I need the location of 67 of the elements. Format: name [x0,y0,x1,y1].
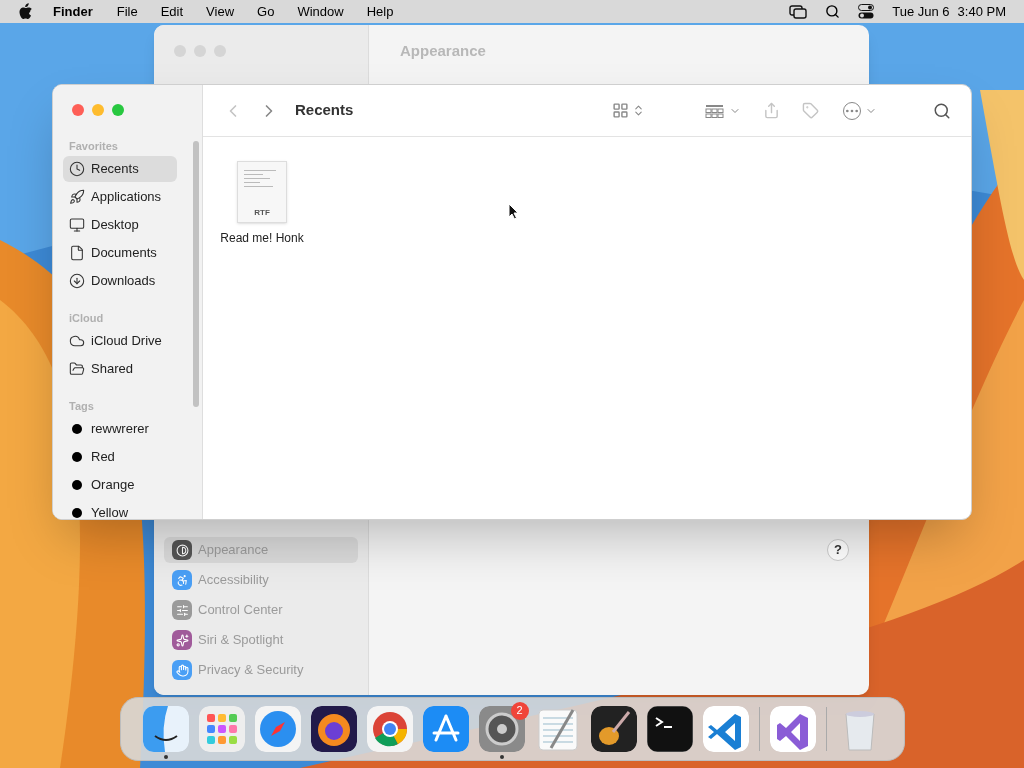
document-icon [69,245,85,261]
help-button[interactable]: ? [827,539,849,561]
sidebar-heading: Favorites [68,139,119,154]
running-indicator-icon [499,754,504,759]
guitar-app-icon[interactable] [590,705,637,752]
sidebar-item[interactable]: Yellow [63,500,177,519]
apple-logo-icon[interactable] [18,3,33,20]
sidebar-item[interactable]: Shared [63,356,177,382]
terminal-app-icon[interactable] [646,705,693,752]
launchpad-app-icon[interactable] [198,705,245,752]
zoom-button[interactable] [112,104,124,116]
updown-icon[interactable] [632,104,645,117]
settings-app-icon[interactable] [478,705,525,752]
accessibility-icon [172,570,192,590]
menu-item[interactable]: File [116,1,138,22]
folder-icon [69,361,85,377]
menu-item[interactable]: Help [366,1,394,22]
clock-text: 3:40 PM [957,2,1006,21]
sidebar-item[interactable]: Recents [63,156,177,182]
menu-item[interactable]: View [206,1,235,22]
file-name: Read me! Honk [220,230,304,247]
menu-item[interactable]: Edit [160,1,184,22]
menu-item[interactable]: Go [257,1,275,22]
safari-app-icon[interactable] [254,705,301,752]
screen-mirroring-icon[interactable] [789,4,808,19]
rocket-icon [69,189,85,205]
sidebar-heading: iCloud [68,311,105,326]
date-text: Tue Jun 6 [892,2,950,21]
sidebar-item[interactable]: Desktop [63,212,177,238]
sidebar-item[interactable]: Documents [63,240,177,266]
sidebar-item[interactable]: Applications [63,184,177,210]
clock-icon [69,161,85,177]
sidebar-item[interactable]: Downloads [63,268,177,294]
control-icon [172,600,192,620]
monitor-icon [69,217,85,233]
siri-icon [172,630,192,650]
tag-icon[interactable] [802,102,819,119]
app-menu[interactable]: Finder [53,1,93,22]
finder-app-icon[interactable] [142,705,189,752]
sidebar-item[interactable]: iCloud Drive [63,328,177,354]
sidebar-item[interactable]: Orange [63,472,177,498]
sidebar-heading: Tags [68,399,95,414]
mouse-cursor-icon [508,203,519,220]
close-button[interactable] [72,104,84,116]
grid-view-icon[interactable] [612,102,629,119]
menu-item[interactable]: Window [297,1,344,22]
search-icon[interactable] [825,4,841,19]
sidebar-item[interactable]: rewwrerer [63,416,177,442]
file-type-label: RTF [254,207,270,219]
cloud-icon [69,333,85,349]
scrollbar-thumb[interactable] [193,141,199,407]
visualstudio-app-icon[interactable] [769,705,816,752]
window-title: Recents [295,100,354,121]
appstore-app-icon[interactable] [422,705,469,752]
window-title: Appearance [400,40,486,61]
notification-badge: 2 [510,701,529,720]
vscode-app-icon[interactable] [702,705,749,752]
chrome-app-icon[interactable] [366,705,413,752]
search-icon[interactable] [933,101,951,120]
group-icon[interactable] [705,103,724,118]
privacy-icon [172,660,192,680]
share-icon[interactable] [763,102,780,119]
firefox-app-icon[interactable] [310,705,357,752]
sidebar-item[interactable]: Red [63,444,177,470]
control-center-icon[interactable] [858,4,875,19]
download-icon [69,273,85,289]
running-indicator-icon [163,754,168,759]
